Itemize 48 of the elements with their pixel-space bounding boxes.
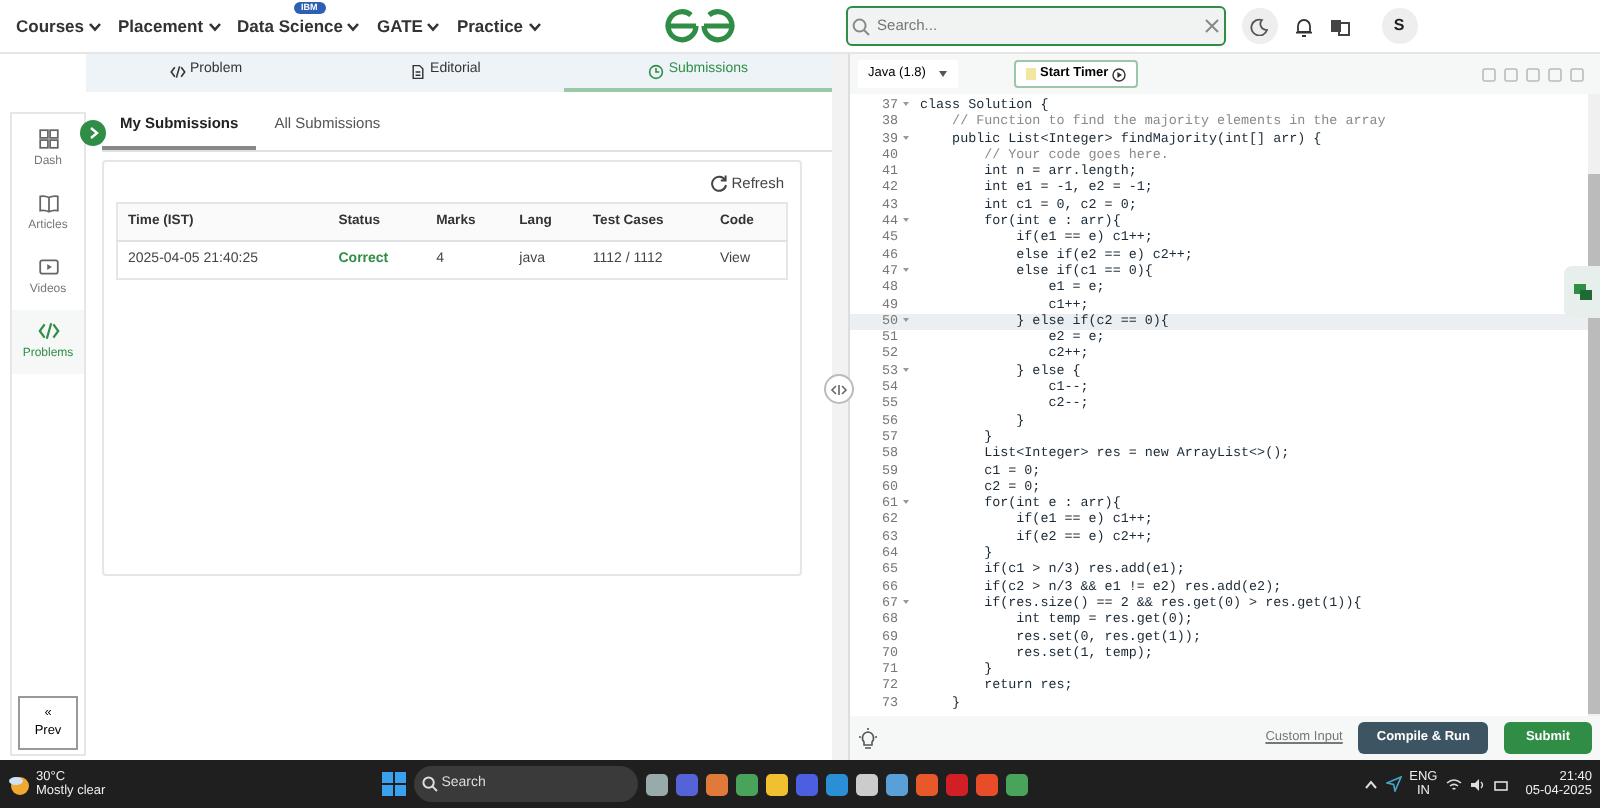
code-icon [169,63,186,79]
moon-icon [1250,17,1269,35]
caret-icon [938,70,948,78]
chevron-right-icon [87,126,99,140]
app-icon[interactable] [675,773,698,795]
menu-item[interactable]: Data Science [237,13,343,39]
clock-icon [648,63,665,79]
battery-icon[interactable] [1493,777,1510,791]
chevron-down-icon [527,21,542,31]
video-icon [37,256,59,278]
menu-item[interactable]: Placement [118,13,204,39]
resize-handle[interactable] [824,374,854,404]
search-icon [421,776,438,792]
grid-icon [37,128,59,150]
windows-icon[interactable] [381,772,406,796]
dark-mode-button[interactable] [1241,8,1278,44]
expand-button[interactable] [80,120,106,146]
weather-icon[interactable] [8,772,32,796]
app-icon[interactable] [945,773,968,795]
app-icon[interactable] [795,773,818,795]
close-icon[interactable] [1203,18,1220,34]
chat-button[interactable] [1564,266,1600,318]
volume-icon[interactable] [1469,777,1486,791]
chevron-down-icon [426,21,441,31]
avatar[interactable]: S [1381,8,1418,44]
refresh-icon [709,174,728,193]
play-icon [1112,67,1127,81]
bell-icon[interactable] [1293,15,1314,37]
menu-item[interactable]: Courses [16,13,85,39]
code-icon [37,320,59,342]
chevron-down-icon [346,21,361,31]
chevron-up-icon[interactable] [1363,779,1378,789]
book-icon [37,192,59,214]
search-icon [851,17,870,35]
logo-icon[interactable] [661,8,738,44]
chat-icon [1573,284,1591,300]
chevron-down-icon [88,21,103,31]
chevron-down-icon [207,21,222,31]
app-icon[interactable] [705,773,728,795]
wifi-icon[interactable] [1445,777,1462,791]
resize-icon [830,383,848,395]
translate-icon[interactable] [1329,17,1350,35]
menu-item[interactable]: GATE [376,13,423,39]
scrollbar[interactable] [1588,94,1600,716]
app-icon[interactable] [975,773,998,795]
location-icon[interactable] [1385,776,1402,792]
menu-item[interactable]: Practice [456,13,524,39]
lightbulb-icon[interactable] [858,727,878,749]
